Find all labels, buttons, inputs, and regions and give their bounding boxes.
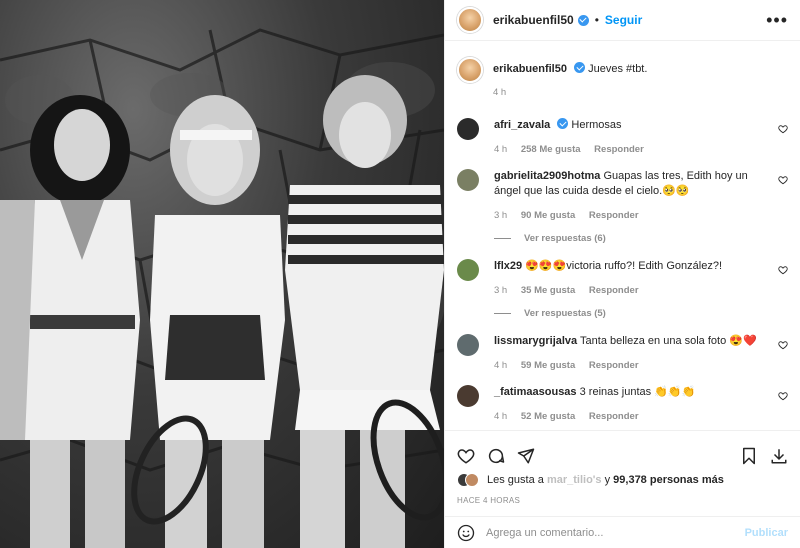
comment-text: 😍😍😍victoria ruffo?! Edith González?! — [525, 260, 723, 272]
view-replies-button[interactable]: Ver respuestas (6) — [494, 233, 788, 244]
comment-username[interactable]: lissmarygrijalva — [494, 335, 577, 347]
caption-avatar[interactable] — [457, 57, 483, 83]
more-options-icon[interactable]: ••• — [766, 10, 788, 31]
add-comment-bar: Agrega un comentario... Publicar — [445, 516, 800, 548]
likes-prefix: Les gusta a — [487, 474, 547, 486]
comment-time: 3 h — [494, 285, 508, 296]
comment-bubble-icon[interactable] — [487, 447, 505, 465]
comment-likes[interactable]: 258 Me gusta — [521, 144, 581, 155]
replies-divider — [494, 238, 511, 239]
download-icon[interactable] — [770, 447, 788, 465]
comment-text: Hermosas — [571, 119, 622, 131]
like-comment-heart-icon[interactable] — [778, 124, 788, 134]
post-photo[interactable] — [0, 0, 444, 548]
post-header: erikabuenfil50 • Seguir ••• — [445, 0, 800, 41]
save-bookmark-icon[interactable] — [740, 447, 758, 465]
comment-time: 3 h — [494, 210, 508, 221]
comment-text: 3 reinas juntas 👏👏👏 — [579, 386, 696, 398]
emoji-smiley-icon[interactable] — [457, 524, 475, 542]
like-comment-heart-icon[interactable] — [778, 265, 788, 275]
likes-middle: y — [601, 474, 614, 486]
comment-time: 4 h — [494, 360, 508, 371]
comment-username[interactable]: _fatimaasousas — [494, 386, 577, 398]
commenter-avatar[interactable] — [457, 259, 479, 281]
comment-item: lflx29 😍😍😍victoria ruffo?! Edith Gonzále… — [457, 259, 788, 296]
separator-dot: • — [594, 13, 599, 27]
comment-likes[interactable]: 35 Me gusta — [521, 285, 575, 296]
comment-time: 4 h — [494, 144, 508, 155]
comment-likes[interactable]: 90 Me gusta — [521, 210, 575, 221]
action-icon-row — [445, 431, 800, 471]
comment-text: Tanta belleza en una sola foto 😍❤️ — [580, 335, 757, 347]
view-replies-label[interactable]: Ver respuestas (5) — [524, 308, 606, 319]
caption-username[interactable]: erikabuenfil50 — [493, 63, 567, 75]
comments-list[interactable]: erikabuenfil50 Jueves #tbt. 4 h afri_zav… — [445, 42, 800, 430]
comment-item: afri_zavala Hermosas 4 h 258 Me gusta Re… — [457, 118, 788, 155]
comment-time: 4 h — [494, 411, 508, 422]
view-replies-label[interactable]: Ver respuestas (6) — [524, 233, 606, 244]
commenter-avatar[interactable] — [457, 169, 479, 191]
like-comment-heart-icon[interactable] — [778, 391, 788, 401]
reply-button[interactable]: Responder — [589, 360, 639, 371]
comment-item: _fatimaasousas 3 reinas juntas 👏👏👏 4 h 5… — [457, 385, 788, 422]
liker-username[interactable]: mar_tilio's — [547, 474, 602, 486]
comment-item: lissmarygrijalva Tanta belleza en una so… — [457, 334, 788, 371]
publish-button[interactable]: Publicar — [745, 527, 788, 539]
post-caption: erikabuenfil50 Jueves #tbt. 4 h — [457, 42, 788, 98]
commenter-avatar[interactable] — [457, 334, 479, 356]
author-avatar[interactable] — [457, 7, 483, 33]
like-heart-icon[interactable] — [457, 447, 475, 465]
follow-button[interactable]: Seguir — [605, 13, 642, 27]
verified-badge-icon — [577, 14, 589, 26]
verified-badge-icon — [574, 62, 586, 73]
reply-button[interactable]: Responder — [594, 144, 644, 155]
comment-username[interactable]: afri_zavala — [494, 119, 550, 131]
view-replies-button[interactable]: Ver respuestas (5) — [494, 308, 788, 319]
comment-username[interactable]: gabrielita2909hotma — [494, 170, 600, 182]
liker-avatar — [465, 473, 479, 487]
post-side-panel: erikabuenfil50 • Seguir ••• erikabuenfil… — [444, 0, 800, 548]
like-comment-heart-icon[interactable] — [778, 175, 788, 185]
reply-button[interactable]: Responder — [589, 411, 639, 422]
comment-item: gabrielita2909hotma Guapas las tres, Edi… — [457, 169, 788, 221]
likes-count[interactable]: 99,378 personas más — [613, 474, 724, 486]
post-actions: Les gusta a mar_tilio's y 99,378 persona… — [445, 430, 800, 548]
caption-time: 4 h — [493, 87, 507, 98]
comment-username[interactable]: lflx29 — [494, 260, 522, 272]
share-paper-plane-icon[interactable] — [517, 447, 535, 465]
author-username[interactable]: erikabuenfil50 — [493, 13, 574, 27]
comment-input[interactable]: Agrega un comentario... — [486, 527, 745, 539]
replies-divider — [494, 313, 511, 314]
vintage-photo-three-women — [0, 28, 444, 548]
caption-text: Jueves #tbt. — [588, 63, 648, 75]
commenter-avatar[interactable] — [457, 118, 479, 140]
like-comment-heart-icon[interactable] — [778, 340, 788, 350]
comment-likes[interactable]: 59 Me gusta — [521, 360, 575, 371]
verified-badge-icon — [557, 118, 569, 129]
posted-time: HACE 4 HORAS — [457, 496, 521, 505]
reply-button[interactable]: Responder — [589, 210, 639, 221]
comment-likes[interactable]: 52 Me gusta — [521, 411, 575, 422]
commenter-avatar[interactable] — [457, 385, 479, 407]
reply-button[interactable]: Responder — [589, 285, 639, 296]
likes-summary[interactable]: Les gusta a mar_tilio's y 99,378 persona… — [445, 471, 800, 487]
